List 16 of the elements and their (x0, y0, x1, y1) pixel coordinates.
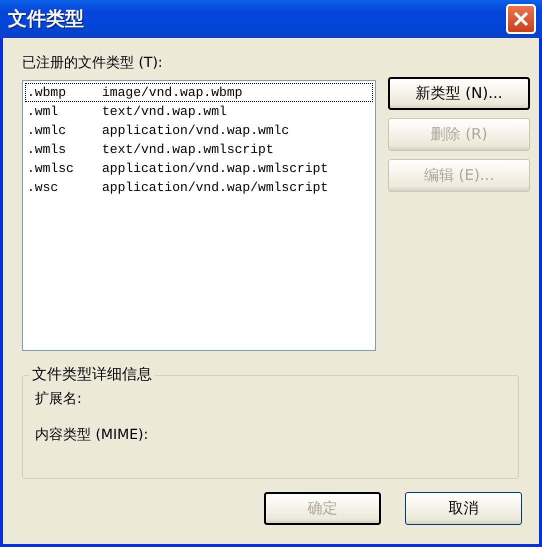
file-type-row[interactable]: .wmlsc application/vnd.wap.wmlscript (25, 159, 373, 178)
file-type-row[interactable]: .wml text/vnd.wap.wml (25, 102, 373, 121)
list-label: 已注册的文件类型 (T): (22, 54, 164, 72)
file-type-row[interactable]: .wsc application/vnd.wap/wmlscript (25, 178, 373, 197)
close-button[interactable] (506, 4, 536, 34)
file-type-row[interactable]: .wmlc application/vnd.wap.wmlc (25, 121, 373, 140)
action-button[interactable]: 新类型 (N)... (388, 77, 530, 110)
close-icon (513, 11, 529, 27)
window-title: 文件类型 (8, 7, 84, 32)
field-label: 扩展名: (35, 390, 83, 408)
file-type-list[interactable]: .wbmp image/vnd.wap.wbmp .wml text/vnd.wap.wml .wmlc application/vnd.wap.wmlc .wmls text/vnd.wap.wmlscript .wmlsc application/vnd.wap.wmlscript .wsc application/vnd.wap/wmlscript (22, 80, 376, 351)
field-label: 内容类型 (MIME): (35, 426, 150, 444)
file-type-row[interactable]: .wmls text/vnd.wap.wmlscript (25, 140, 373, 159)
dialog-button[interactable]: 取消 (405, 492, 522, 525)
file-type-row[interactable]: .wbmp image/vnd.wap.wbmp (25, 83, 373, 102)
group-title: 文件类型详细信息 (29, 365, 155, 384)
